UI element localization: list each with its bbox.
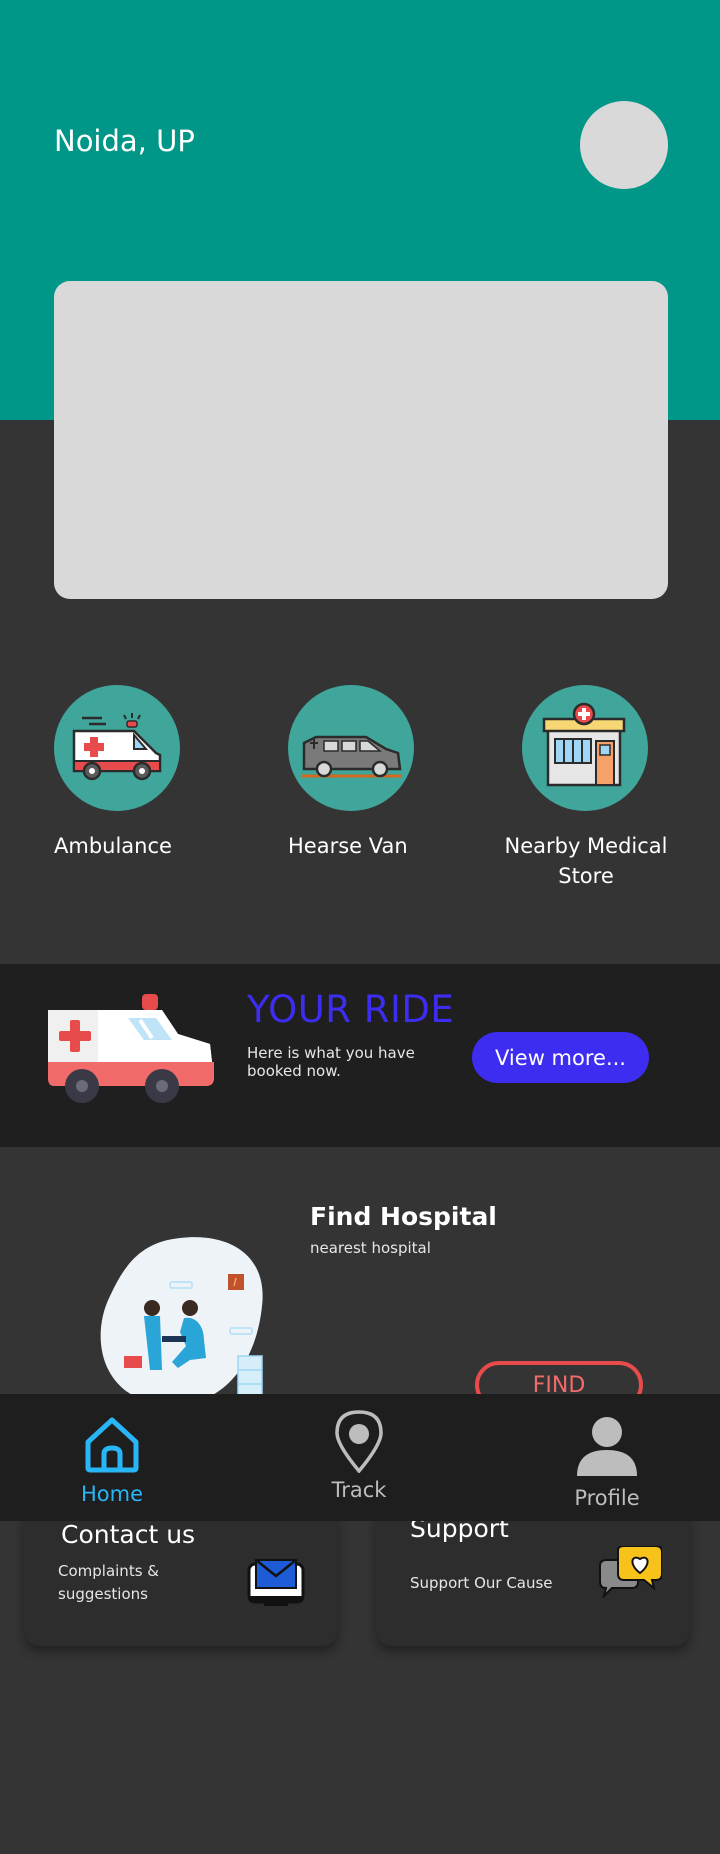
ride-title: YOUR RIDE <box>247 988 455 1031</box>
contact-us-card[interactable]: Contact us Complaints & suggestions <box>24 1506 338 1646</box>
service-hearse-van[interactable]: Hearse Van <box>250 685 450 861</box>
ambulance-icon <box>54 685 180 811</box>
nav-item-profile[interactable]: Profile <box>527 1394 687 1521</box>
service-label: Store <box>558 864 614 888</box>
chat-heart-icon <box>598 1545 663 1602</box>
card-title: Contact us <box>61 1520 196 1549</box>
card-subtitle: suggestions <box>58 1585 148 1603</box>
nav-item-track[interactable]: Track <box>279 1394 439 1521</box>
avatar[interactable] <box>580 101 668 189</box>
view-more-button[interactable]: View more... <box>472 1032 649 1083</box>
support-card[interactable]: Support Support Our Cause <box>376 1506 690 1646</box>
service-label: Hearse Van <box>288 834 408 858</box>
bottom-nav: Home Track Profile <box>0 1394 720 1521</box>
doctor-patient-illustration <box>80 1236 264 1407</box>
mail-icon <box>246 1558 306 1614</box>
person-icon <box>575 1416 639 1482</box>
location-label[interactable]: Noida, UP <box>54 124 195 158</box>
location-pin-icon <box>334 1409 384 1477</box>
nav-item-home[interactable]: Home <box>32 1394 192 1521</box>
service-label: Ambulance <box>54 834 172 858</box>
service-label: Nearby Medical <box>504 834 668 858</box>
home-icon <box>84 1416 140 1478</box>
medical-store-icon <box>522 685 648 811</box>
nav-label: Home <box>80 1482 143 1506</box>
find-hospital-title: Find Hospital <box>310 1202 497 1231</box>
ambulance-illustration <box>44 990 216 1108</box>
banner-card[interactable] <box>54 281 668 599</box>
card-subtitle: Complaints & <box>58 1562 159 1580</box>
nav-label: Profile <box>574 1486 640 1510</box>
card-subtitle: Support Our Cause <box>410 1574 553 1592</box>
find-hospital-subtitle: nearest hospital <box>310 1239 431 1257</box>
ride-subtitle: Here is what you have booked now. <box>247 1044 415 1080</box>
service-ambulance[interactable]: Ambulance <box>17 685 217 861</box>
service-medical-store[interactable]: Nearby Medical Store <box>487 685 687 891</box>
nav-label: Track <box>331 1478 387 1502</box>
hearse-van-icon <box>288 685 414 811</box>
